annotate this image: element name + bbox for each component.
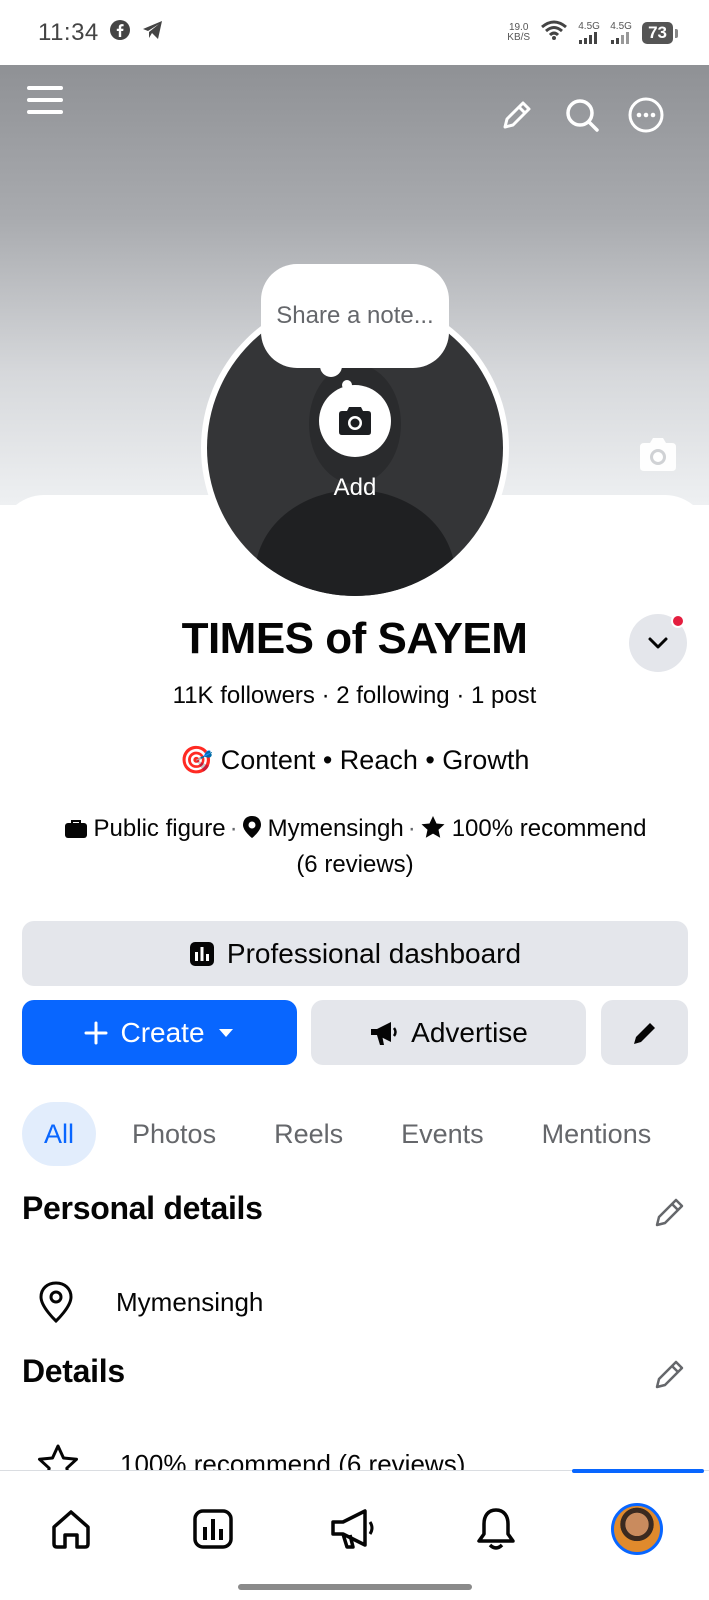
telegram-icon	[141, 19, 165, 46]
bio-text: Content • Reach • Growth	[220, 745, 530, 775]
more-options-button[interactable]	[624, 93, 668, 137]
note-bubble-tail	[320, 355, 342, 377]
dashboard-icon	[193, 1509, 233, 1549]
edit-personal-details-button[interactable]	[648, 1190, 692, 1234]
sim1-signal: 4.5G	[578, 21, 600, 44]
location-pin-icon	[39, 1281, 73, 1324]
advertise-button[interactable]: Advertise	[311, 1000, 586, 1065]
star-icon	[420, 815, 446, 848]
profile-avatar[interactable]	[611, 1503, 663, 1555]
create-label: Create	[120, 1016, 205, 1048]
profile-meta: Public figure · Mymensingh · 100% recommend …	[50, 812, 660, 881]
professional-dashboard-button[interactable]: Professional dashboard	[22, 921, 688, 986]
megaphone-icon	[331, 1509, 374, 1549]
tab-all[interactable]: All	[22, 1102, 97, 1166]
facebook-icon	[109, 19, 131, 46]
status-time: 11:34	[38, 18, 99, 46]
note-bubble-tail-small	[342, 380, 352, 390]
nav-notifications[interactable]	[466, 1499, 526, 1559]
nav-ads[interactable]	[323, 1499, 383, 1559]
location-detail-text: Mymensingh	[116, 1286, 264, 1317]
tab-photos[interactable]: Photos	[110, 1102, 238, 1166]
bio: 🎯 Content • Reach • Growth	[0, 744, 709, 776]
camera-icon	[640, 438, 676, 471]
add-photo-button[interactable]	[319, 385, 391, 457]
briefcase-icon	[64, 815, 88, 848]
bottom-navigation	[0, 1469, 709, 1600]
target-emoji-icon: 🎯	[179, 745, 214, 775]
camera-icon	[339, 407, 371, 435]
search-icon	[566, 99, 599, 132]
personal-details-title: Personal details	[22, 1190, 263, 1226]
advertise-label: Advertise	[411, 1016, 528, 1048]
hamburger-icon	[27, 86, 63, 114]
sim2-signal: 4.5G	[610, 21, 632, 44]
nav-home[interactable]	[41, 1499, 101, 1559]
home-gesture-bar[interactable]	[238, 1584, 472, 1590]
share-note-bubble[interactable]: Share a note...	[261, 264, 449, 368]
tab-events[interactable]: Events	[379, 1102, 506, 1166]
location-pin-icon	[242, 815, 262, 848]
nav-dashboard[interactable]	[183, 1499, 243, 1559]
details-title: Details	[22, 1353, 125, 1389]
profile-stats[interactable]: 11K followers · 2 following · 1 post	[0, 682, 709, 710]
search-button[interactable]	[560, 93, 604, 137]
location-detail-row[interactable]: Mymensingh	[36, 1280, 263, 1324]
status-bar: 11:34 19.0 KB/S 4.5G 4.5G 73	[0, 0, 709, 65]
pencil-icon	[503, 101, 531, 129]
tab-reels[interactable]: Reels	[252, 1102, 365, 1166]
caret-down-icon	[218, 1028, 233, 1037]
tab-mentions[interactable]: Mentions	[520, 1102, 674, 1166]
pencil-icon	[655, 1198, 684, 1227]
battery-indicator: 73	[642, 21, 678, 44]
pencil-icon	[655, 1360, 684, 1389]
notification-dot	[671, 614, 685, 628]
nav-profile[interactable]	[607, 1499, 667, 1559]
add-photo-label: Add	[333, 474, 377, 501]
category-text: Public figure	[93, 815, 226, 842]
plus-icon	[84, 1021, 108, 1044]
edit-details-button[interactable]	[648, 1352, 692, 1396]
more-icon	[628, 97, 664, 133]
edit-cover-button[interactable]	[636, 435, 688, 479]
edit-page-button[interactable]	[601, 1000, 688, 1065]
dashboard-label: Professional dashboard	[226, 937, 522, 969]
network-speed: 19.0 KB/S	[507, 21, 531, 43]
home-icon	[52, 1510, 90, 1549]
menu-button[interactable]	[22, 77, 68, 123]
content-tabs: All Photos Reels Events Mentions	[22, 1102, 687, 1166]
create-button[interactable]: Create	[22, 1000, 297, 1065]
pencil-icon	[633, 1022, 655, 1044]
bell-icon	[477, 1508, 515, 1550]
page-name: TIMES of SAYEM	[181, 614, 528, 663]
megaphone-icon	[371, 1021, 397, 1045]
location-text: Mymensingh	[267, 815, 404, 842]
chevron-down-icon	[648, 637, 668, 649]
dashboard-icon	[189, 941, 214, 966]
edit-profile-button[interactable]	[495, 93, 539, 137]
wifi-icon	[540, 19, 568, 46]
active-tab-indicator	[572, 1469, 704, 1473]
